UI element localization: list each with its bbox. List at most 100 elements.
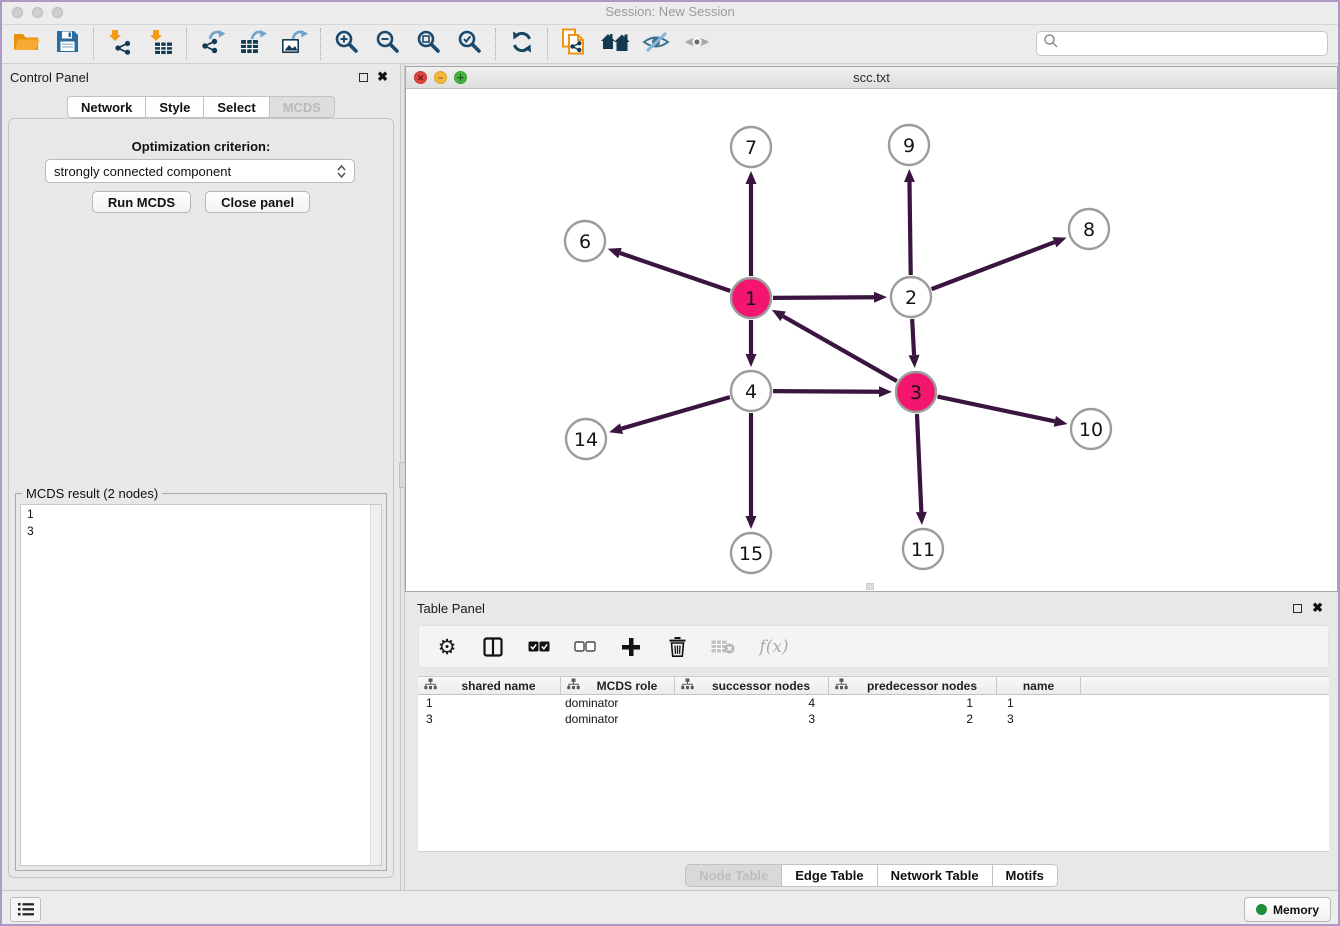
network-graph[interactable]: 7 9 6 8 1 2 4 3 14 10 15 11	[406, 89, 1337, 591]
graph-node-7[interactable]: 7	[731, 127, 771, 167]
tab-select[interactable]: Select	[204, 96, 269, 118]
graph-node-10[interactable]: 10	[1071, 409, 1111, 449]
delete-column-button[interactable]	[665, 635, 689, 659]
open-folder-icon	[13, 31, 40, 58]
save-session-button[interactable]	[47, 27, 88, 61]
graph-node-1[interactable]: 1	[731, 278, 771, 318]
zoom-selected-button[interactable]	[449, 27, 490, 61]
graph-node-15[interactable]: 15	[731, 533, 771, 573]
graph-edge-1-2[interactable]	[773, 292, 887, 303]
svg-text:4: 4	[745, 381, 757, 403]
svg-text:11: 11	[911, 539, 935, 561]
canvas-resize-grip[interactable]	[866, 583, 874, 590]
criterion-dropdown[interactable]: strongly connected component	[45, 159, 355, 183]
open-file-button[interactable]	[6, 27, 47, 61]
tab-edge-table[interactable]: Edge Table	[782, 864, 877, 887]
graph-edge-1-7[interactable]	[746, 171, 757, 276]
result-scrollbar[interactable]	[370, 505, 381, 865]
graph-edge-2-9[interactable]	[904, 169, 915, 275]
export-table-button[interactable]	[233, 27, 274, 61]
toolbar-separator	[547, 28, 548, 60]
graph-edge-2-8[interactable]	[932, 237, 1067, 289]
import-network-button[interactable]	[99, 27, 140, 61]
export-network-button[interactable]	[192, 27, 233, 61]
graph-edge-4-15[interactable]	[746, 413, 757, 529]
eye-slash-icon	[642, 30, 670, 59]
close-panel-icon[interactable]: ✖	[377, 69, 388, 85]
graph-edge-2-3[interactable]	[909, 319, 920, 368]
graph-node-9[interactable]: 9	[889, 125, 929, 165]
graph-edge-1-6[interactable]	[608, 248, 730, 291]
graph-edge-1-4[interactable]	[746, 320, 757, 367]
graph-node-6[interactable]: 6	[565, 221, 605, 261]
zoom-in-icon	[334, 29, 359, 59]
cell-successor-nodes: 4	[675, 695, 829, 711]
graph-edge-3-11[interactable]	[916, 414, 927, 525]
tab-motifs[interactable]: Motifs	[993, 864, 1058, 887]
column-header-name[interactable]: name	[997, 677, 1081, 694]
float-panel-icon[interactable]	[1293, 604, 1302, 613]
hide-selected-button[interactable]	[635, 27, 676, 61]
graph-node-2[interactable]: 2	[891, 277, 931, 317]
close-panel-button[interactable]: Close panel	[205, 191, 310, 213]
home-layout-button[interactable]	[594, 27, 635, 61]
node-table-body[interactable]: 1 dominator 4 1 1 3 dominator 3 2 3	[418, 695, 1329, 852]
network-canvas[interactable]: 7 9 6 8 1 2 4 3 14 10 15 11	[406, 89, 1337, 591]
close-panel-icon[interactable]: ✖	[1312, 600, 1323, 616]
tab-style[interactable]: Style	[146, 96, 204, 118]
column-header-mcds-role[interactable]: MCDS role	[561, 677, 675, 694]
graph-edge-4-14[interactable]	[609, 397, 730, 434]
network-window-titlebar[interactable]: ✕ − ＋ scc.txt	[406, 67, 1337, 89]
column-browser-button[interactable]	[481, 635, 505, 659]
control-panel-tabs: Network Style Select MCDS	[0, 96, 402, 118]
column-header-shared-name[interactable]: shared name	[418, 677, 561, 694]
network-view-window: ✕ − ＋ scc.txt 7 9 6 8 1 2 4 3 14 10 15 11	[405, 66, 1338, 592]
import-table-button[interactable]	[140, 27, 181, 61]
search-box[interactable]	[1036, 31, 1328, 56]
show-all-button[interactable]	[676, 27, 717, 61]
table-panel-tabs: Node Table Edge Table Network Table Moti…	[405, 864, 1338, 887]
duplicate-network-button[interactable]	[553, 27, 594, 61]
table-settings-button[interactable]: ⚙	[435, 635, 459, 659]
import-table-icon	[148, 29, 173, 60]
select-all-rows-button[interactable]	[527, 635, 551, 659]
tab-node-table[interactable]: Node Table	[685, 864, 782, 887]
svg-text:7: 7	[745, 137, 757, 159]
graph-edge-4-3[interactable]	[773, 386, 892, 397]
zoom-in-button[interactable]	[326, 27, 367, 61]
graph-node-4[interactable]: 4	[731, 371, 771, 411]
graph-edge-3-10[interactable]	[938, 397, 1068, 427]
control-panel: Control Panel ✖ Network Style Select MCD…	[0, 64, 402, 890]
graph-node-14[interactable]: 14	[566, 419, 606, 459]
memory-button[interactable]: Memory	[1244, 897, 1331, 922]
function-icon: f(x)	[759, 637, 788, 657]
add-column-button[interactable]	[619, 635, 643, 659]
refresh-layout-button[interactable]	[501, 27, 542, 61]
graph-edge-3-1[interactable]	[772, 310, 897, 381]
tab-mcds[interactable]: MCDS	[270, 96, 335, 118]
deselect-all-rows-button[interactable]	[573, 635, 597, 659]
cell-mcds-role: dominator	[561, 711, 675, 727]
optimization-criterion-label: Optimization criterion:	[9, 139, 393, 154]
export-image-button[interactable]	[274, 27, 315, 61]
float-panel-icon[interactable]	[359, 73, 368, 82]
run-mcds-button[interactable]: Run MCDS	[92, 191, 191, 213]
table-row[interactable]: 3 dominator 3 2 3	[418, 711, 1329, 727]
mcds-result-list[interactable]: 1 3	[20, 504, 382, 866]
cell-mcds-role: dominator	[561, 695, 675, 711]
result-value: 3	[21, 522, 381, 539]
graph-node-8[interactable]: 8	[1069, 209, 1109, 249]
tab-network[interactable]: Network	[67, 96, 146, 118]
zoom-fit-button[interactable]	[408, 27, 449, 61]
eye-icon	[683, 30, 711, 59]
column-header-predecessor-nodes[interactable]: predecessor nodes	[829, 677, 997, 694]
zoom-out-button[interactable]	[367, 27, 408, 61]
search-input[interactable]	[1059, 37, 1327, 51]
tab-network-table[interactable]: Network Table	[878, 864, 993, 887]
task-history-button[interactable]	[10, 897, 41, 922]
table-row[interactable]: 1 dominator 4 1 1	[418, 695, 1329, 711]
column-header-successor-nodes[interactable]: successor nodes	[675, 677, 829, 694]
duplicate-network-icon	[561, 28, 586, 60]
graph-node-3[interactable]: 3	[896, 372, 936, 412]
graph-node-11[interactable]: 11	[903, 529, 943, 569]
